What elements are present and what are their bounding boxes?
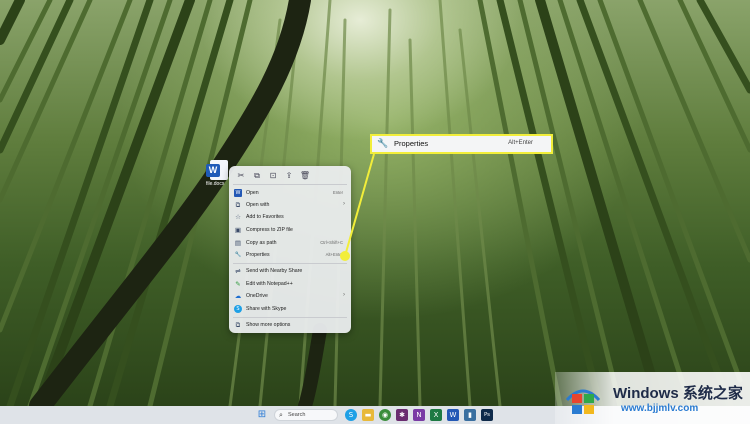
wrench-icon: 🔧 [377, 139, 389, 149]
watermark-title-en: Windows [613, 385, 679, 402]
highlight-marker [340, 251, 350, 261]
watermark-url: www.bjjmlv.com [621, 403, 699, 414]
search-icon: ⌕ [279, 411, 283, 419]
taskbar-app-icon[interactable]: ▮ [464, 409, 476, 421]
taskbar-search[interactable]: ⌕ Search [274, 409, 338, 421]
taskbar-file-explorer-icon[interactable]: ▬ [362, 409, 374, 421]
callout-connector-line [344, 153, 375, 257]
watermark-title-cn: 系统之家 [682, 385, 743, 402]
taskbar-excel-icon[interactable]: X [430, 409, 442, 421]
taskbar-skype-icon[interactable]: S [345, 409, 357, 421]
taskbar-word-icon[interactable]: W [447, 409, 459, 421]
taskbar-chrome-icon[interactable]: ◉ [379, 409, 391, 421]
properties-callout: 🔧 Properties Alt+Enter [370, 134, 553, 154]
windows-logo-icon [565, 389, 601, 414]
callout-label: Properties [394, 139, 429, 148]
watermark: Windows 系统之家 www.bjjmlv.com [555, 372, 750, 424]
watermark-title: Windows 系统之家 [613, 382, 743, 403]
search-label: Search [288, 412, 306, 418]
callout-shortcut: Alt+Enter [508, 140, 533, 146]
taskbar-slack-icon[interactable]: ✱ [396, 409, 408, 421]
taskbar-onenote-icon[interactable]: N [413, 409, 425, 421]
taskbar-photoshop-icon[interactable]: Ps [481, 409, 493, 421]
start-button[interactable]: ⊞ [256, 409, 268, 421]
